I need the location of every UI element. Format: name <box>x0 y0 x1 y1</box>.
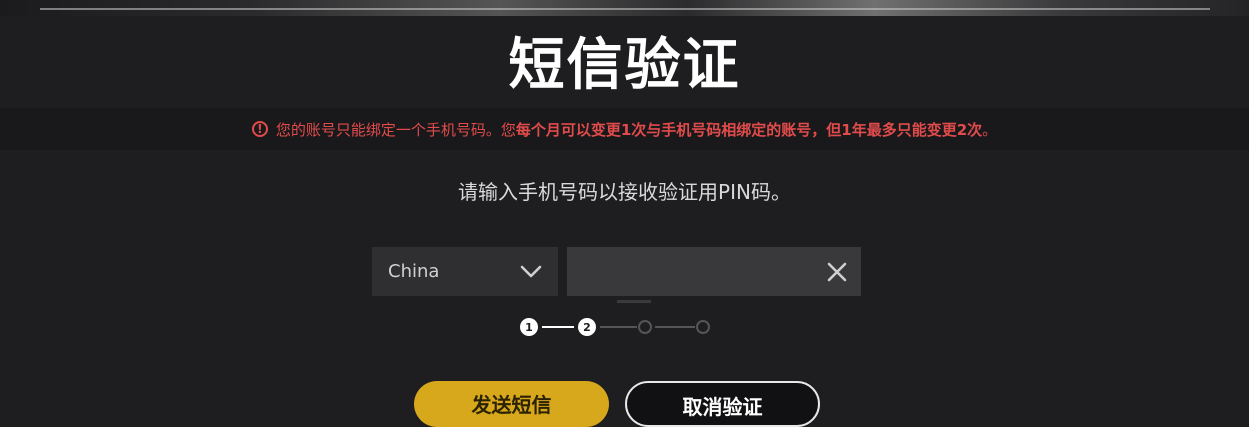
send-sms-button[interactable]: 发送短信 <box>414 381 609 427</box>
step-connector-3 <box>655 326 695 328</box>
progress-stepper: 1 2 <box>519 316 714 338</box>
input-hint-line <box>617 300 651 303</box>
close-icon[interactable] <box>825 260 849 284</box>
step-connector-1 <box>542 326 574 328</box>
country-select-value: China <box>388 261 440 282</box>
step-connector-2 <box>600 326 637 328</box>
background-image-strip <box>0 0 1249 16</box>
warning-banner: ! 您的账号只能绑定一个手机号码。您 每个月可以变更1次与手机号码相绑定的账号，但… <box>0 108 1249 150</box>
page-title: 短信验证 <box>508 33 741 98</box>
exclamation-circle-icon: ! <box>251 121 268 137</box>
step-4 <box>696 320 710 334</box>
phone-input-container <box>567 247 861 296</box>
cancel-verification-button[interactable]: 取消验证 <box>625 381 820 427</box>
decorative-line <box>40 8 1210 10</box>
country-select[interactable]: China <box>372 247 558 296</box>
warning-text-normal: 您的账号只能绑定一个手机号码。您 <box>275 120 516 139</box>
step-1: 1 <box>520 318 538 336</box>
phone-input[interactable] <box>567 247 835 296</box>
step-2: 2 <box>578 318 596 336</box>
instruction-text: 请输入手机号码以接收验证用PIN码。 <box>458 180 791 204</box>
chevron-down-icon <box>520 265 542 277</box>
warning-text-end: 。 <box>982 120 998 139</box>
step-3 <box>638 320 652 334</box>
warning-text-bold: 每个月可以变更1次与手机号码相绑定的账号，但1年最多只能变更2次 <box>515 120 983 139</box>
